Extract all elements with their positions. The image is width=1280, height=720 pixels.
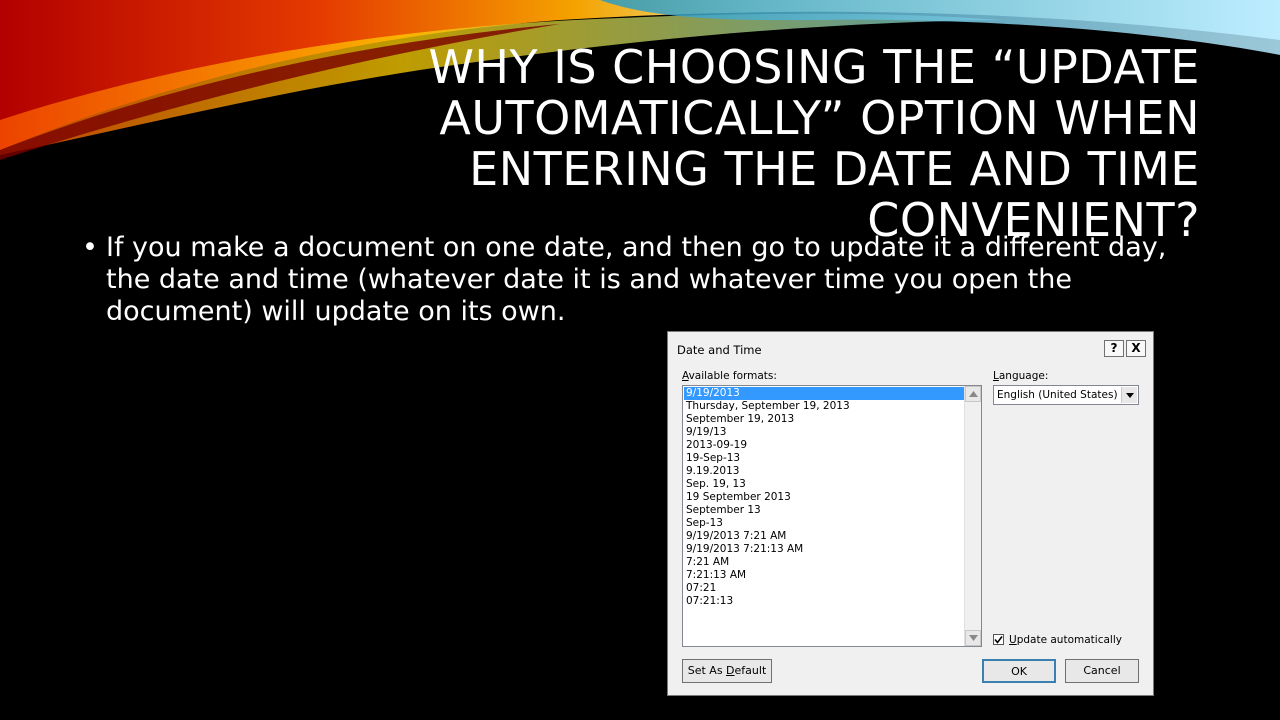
format-option[interactable]: 9/19/2013 7:21 AM (684, 530, 964, 543)
scroll-up-icon[interactable] (965, 386, 981, 402)
format-option[interactable]: 07:21 (684, 582, 964, 595)
format-option[interactable]: 9/19/2013 7:21:13 AM (684, 543, 964, 556)
cancel-button[interactable]: Cancel (1065, 659, 1139, 683)
close-button[interactable]: X (1126, 340, 1146, 357)
scroll-down-icon[interactable] (965, 630, 981, 646)
format-option[interactable]: 7:21:13 AM (684, 569, 964, 582)
bullet-list: • If you make a document on one date, an… (78, 232, 1188, 328)
language-select[interactable]: English (United States) (993, 385, 1139, 405)
language-label: Language: (993, 370, 1049, 382)
format-option[interactable]: September 13 (684, 504, 964, 517)
formats-scrollbar[interactable] (964, 386, 981, 646)
checkmark-icon (994, 636, 1003, 644)
format-option[interactable]: 19-Sep-13 (684, 452, 964, 465)
dialog-titlebar[interactable]: Date and Time ? X (668, 332, 1153, 366)
formats-listbox[interactable]: 9/19/2013 Thursday, September 19, 2013 Sep… (682, 385, 982, 647)
update-automatically-label[interactable]: Update automatically (1009, 634, 1122, 646)
slide-title: Why is choosing the “update automaticall… (428, 40, 1200, 247)
format-option[interactable]: Sep. 19, 13 (684, 478, 964, 491)
chevron-down-icon[interactable] (1121, 387, 1137, 403)
format-option[interactable]: 19 September 2013 (684, 491, 964, 504)
update-automatically-checkbox[interactable] (993, 634, 1004, 645)
format-option[interactable]: Thursday, September 19, 2013 (684, 400, 964, 413)
help-button[interactable]: ? (1104, 340, 1124, 357)
format-option[interactable]: September 19, 2013 (684, 413, 964, 426)
available-formats-label: Available formats: (682, 370, 777, 382)
bullet-text: If you make a document on one date, and … (106, 232, 1167, 327)
format-option[interactable]: Sep-13 (684, 517, 964, 530)
format-option[interactable]: 2013-09-19 (684, 439, 964, 452)
dialog-title: Date and Time (677, 343, 762, 357)
format-option[interactable]: 9/19/13 (684, 426, 964, 439)
bullet-dot: • (82, 232, 98, 263)
format-option[interactable]: 07:21:13 (684, 595, 964, 608)
date-and-time-dialog: Date and Time ? X Available formats: 9/1… (667, 331, 1154, 696)
set-as-default-button[interactable]: Set As Default (682, 659, 772, 683)
format-option[interactable]: 9.19.2013 (684, 465, 964, 478)
ok-button[interactable]: OK (982, 659, 1056, 683)
bullet-item: • If you make a document on one date, an… (78, 232, 1188, 328)
format-option[interactable]: 9/19/2013 (684, 387, 964, 400)
language-value: English (United States) (997, 389, 1118, 401)
formats-list: 9/19/2013 Thursday, September 19, 2013 Sep… (684, 387, 964, 608)
format-option[interactable]: 7:21 AM (684, 556, 964, 569)
